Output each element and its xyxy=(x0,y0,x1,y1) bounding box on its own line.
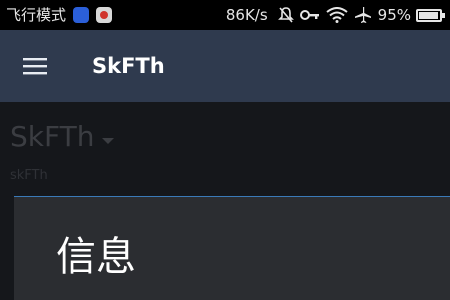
dropdown-arrow-icon xyxy=(102,138,115,144)
network-speed: 86K/s xyxy=(225,6,268,24)
wifi-icon xyxy=(326,7,348,23)
battery-level-fill xyxy=(419,11,438,19)
app-icon xyxy=(96,7,113,23)
dialog-title: 信息 xyxy=(56,234,136,280)
spinner-subtext: skFTh xyxy=(10,168,48,183)
status-left: 飞行模式 xyxy=(6,0,113,30)
mute-icon xyxy=(277,6,294,24)
spinner-value: SkFTh xyxy=(10,119,95,153)
status-right: 86K/s 95% xyxy=(226,0,446,30)
menu-button[interactable] xyxy=(15,50,55,82)
status-bar: 飞行模式 86K/s 95% xyxy=(0,0,450,30)
account-spinner[interactable]: SkFTh xyxy=(10,116,115,156)
screen: 飞行模式 86K/s 95% SkFTh SkFTh skFTh 信息 xyxy=(0,0,450,300)
info-dialog: 信息 xyxy=(14,196,450,300)
airplane-icon xyxy=(354,6,372,24)
page-title: SkFTh xyxy=(92,54,165,78)
battery-percent: 95% xyxy=(377,6,411,24)
app-icon xyxy=(73,7,90,23)
airplane-mode-label: 飞行模式 xyxy=(6,6,67,24)
key-icon xyxy=(299,9,320,21)
menu-icon xyxy=(23,58,47,75)
app-bar: SkFTh xyxy=(0,30,450,102)
battery-icon xyxy=(416,8,445,22)
